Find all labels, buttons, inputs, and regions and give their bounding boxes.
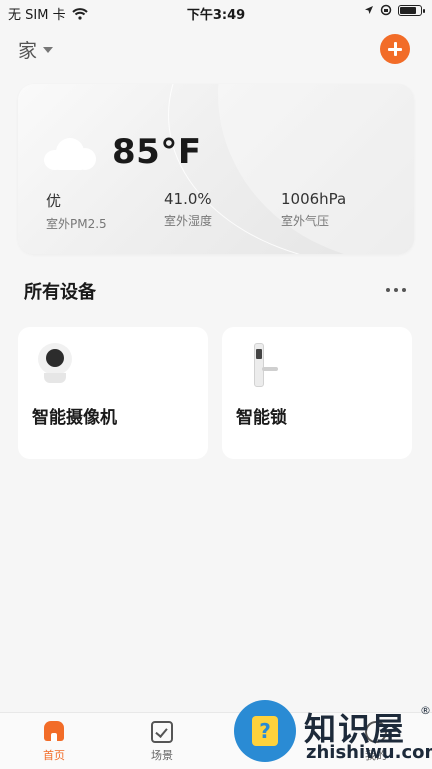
device-name: 智能摄像机 [32, 408, 117, 428]
stat-label: 室外湿度 [164, 214, 213, 228]
section-title: 所有设备 [24, 282, 96, 303]
add-device-button[interactable] [380, 34, 410, 64]
caret-down-icon [43, 46, 54, 53]
stat-label: 室外气压 [281, 214, 330, 228]
temperature: 85°F [112, 132, 202, 172]
watermark-text-en: zhishiwu.com [306, 742, 432, 763]
battery-level [400, 6, 416, 14]
stat-label: 室外PM2.5 [46, 217, 107, 231]
stat-value: 41.0% [164, 190, 212, 208]
stat-pressure: 1006hPa 室外气压 [281, 190, 346, 229]
rotation-lock-icon [380, 4, 392, 16]
stat-humidity: 41.0% 室外湿度 [164, 190, 212, 229]
tab-scene[interactable]: 场景 [132, 721, 192, 763]
device-name: 智能锁 [236, 408, 287, 428]
device-card-camera[interactable]: 智能摄像机 [18, 327, 208, 459]
watermark: ? 知识屋 ® zhishiwu.com [234, 700, 432, 768]
tab-home[interactable]: 首页 [24, 721, 84, 763]
home-selector[interactable]: 家 [18, 36, 54, 63]
stat-value: 优 [46, 192, 62, 210]
smart-lock-icon [250, 343, 280, 387]
status-right [364, 4, 425, 16]
watermark-reg: ® [420, 704, 431, 717]
weather-card[interactable]: 85°F 优 室外PM2.5 41.0% 室外湿度 1006hPa 室外气压 [18, 84, 414, 254]
scene-check-icon [151, 721, 173, 743]
home-icon [43, 721, 65, 743]
device-card-lock[interactable]: 智能锁 [222, 327, 412, 459]
cloud-icon [44, 138, 96, 170]
stat-value: 1006hPa [281, 190, 347, 208]
plus-icon [388, 42, 402, 56]
home-name: 家 [18, 40, 38, 62]
tab-label: 首页 [43, 749, 65, 762]
more-dots-icon[interactable] [386, 288, 406, 292]
stat-pm25: 优 室外PM2.5 [46, 190, 107, 232]
camera-icon [38, 343, 72, 383]
status-bar: 无 SIM 卡 下午3:49 [0, 0, 432, 24]
battery-icon [398, 4, 425, 16]
tab-label: 场景 [151, 749, 173, 762]
location-arrow-icon [365, 6, 373, 14]
watermark-logo-icon: ? [234, 700, 296, 762]
